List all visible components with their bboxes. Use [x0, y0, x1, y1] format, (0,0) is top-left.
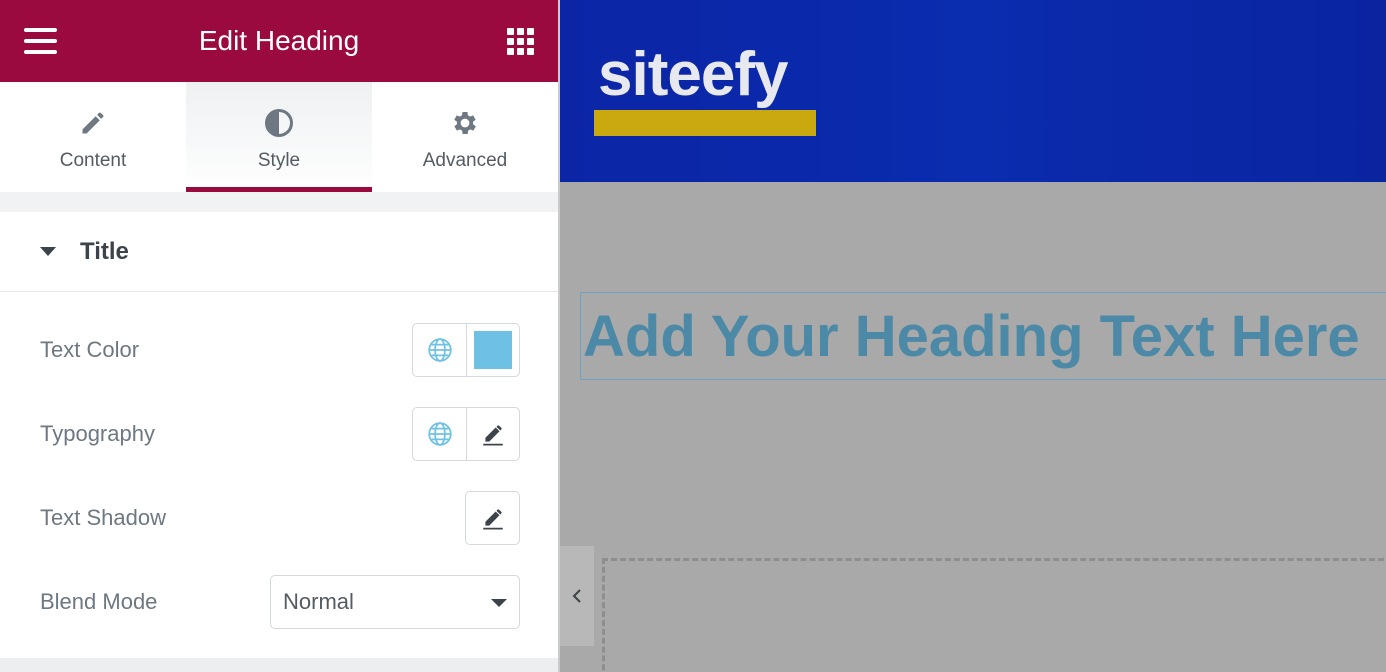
blend-mode-value: Normal	[283, 589, 354, 614]
site-logo[interactable]: siteefy	[594, 40, 816, 140]
typography-label: Typography	[40, 421, 155, 446]
typography-group	[412, 407, 520, 461]
chevron-left-icon	[572, 589, 581, 603]
edit-typography-button[interactable]	[466, 408, 519, 460]
panel-title: Edit Heading	[198, 25, 360, 56]
heading-text[interactable]: Add Your Heading Text Here	[583, 303, 1360, 370]
apps-grid-icon[interactable]	[507, 28, 534, 55]
chevron-down-icon	[491, 599, 507, 607]
control-text-shadow: Text Shadow	[0, 488, 558, 548]
heading-widget[interactable]: Add Your Heading Text Here	[580, 292, 1386, 380]
panel-header: Edit Heading	[0, 0, 558, 82]
text-shadow-group	[465, 491, 520, 545]
global-colors-button[interactable]	[413, 324, 466, 376]
half-circle-icon	[264, 108, 294, 138]
blend-mode-label: Blend Mode	[40, 589, 158, 614]
global-fonts-button[interactable]	[413, 408, 466, 460]
panel-footer	[0, 658, 558, 672]
tab-label: Advanced	[422, 150, 508, 171]
hamburger-icon[interactable]	[24, 28, 57, 54]
style-controls: Text Color Typography Text Shadow Blend …	[0, 292, 558, 658]
panel-tabs: Content Style Advanced	[0, 82, 558, 192]
text-shadow-label: Text Shadow	[40, 505, 166, 530]
color-picker-button[interactable]	[466, 324, 519, 376]
tab-style[interactable]: Style	[186, 82, 372, 192]
pencil-icon	[78, 108, 108, 138]
section-title: Title	[80, 237, 129, 265]
control-blend-mode: Blend Mode Normal	[0, 572, 558, 632]
text-color-group	[412, 323, 520, 377]
pencil-underline-icon	[482, 509, 503, 530]
section-title-toggle[interactable]: Title	[0, 212, 558, 292]
tab-content[interactable]: Content	[0, 82, 186, 192]
elementor-editor: Edit Heading Content Style Advanced Titl…	[0, 0, 1386, 672]
text-color-label: Text Color	[40, 337, 140, 362]
control-text-color: Text Color	[0, 320, 558, 380]
site-header: siteefy	[560, 0, 1386, 182]
editor-panel: Edit Heading Content Style Advanced Titl…	[0, 0, 558, 672]
caret-down-icon	[40, 247, 56, 256]
preview-canvas: siteefy Add Your Heading Text Here	[558, 0, 1386, 672]
logo-underline	[594, 110, 816, 136]
empty-section-dropzone[interactable]	[602, 558, 1386, 672]
tab-label: Style	[257, 150, 301, 171]
color-swatch	[474, 331, 512, 369]
globe-icon	[427, 338, 452, 362]
globe-icon	[427, 422, 452, 446]
pencil-underline-icon	[483, 425, 503, 446]
edit-text-shadow-button[interactable]	[466, 492, 519, 544]
gear-icon	[450, 108, 480, 138]
tab-label: Content	[59, 150, 127, 171]
tab-advanced[interactable]: Advanced	[372, 82, 558, 192]
collapse-panel-button[interactable]	[560, 546, 594, 646]
blend-mode-select[interactable]: Normal	[270, 575, 520, 629]
logo-text: siteefy	[598, 40, 788, 109]
control-typography: Typography	[0, 404, 558, 464]
